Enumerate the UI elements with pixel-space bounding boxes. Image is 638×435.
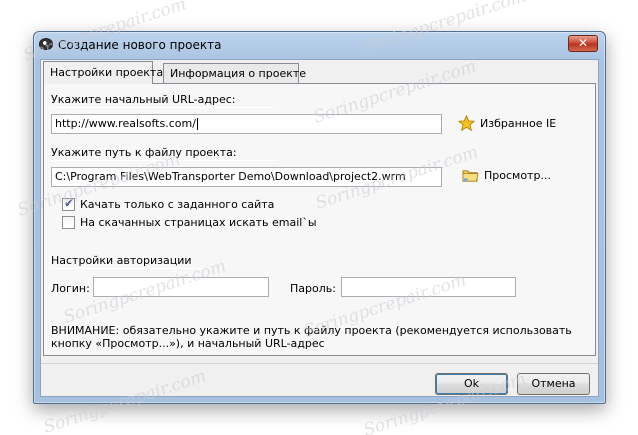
search-emails-checkbox[interactable] bbox=[62, 216, 75, 229]
login-label: Логин: bbox=[51, 282, 90, 295]
login-input[interactable] bbox=[93, 277, 269, 297]
window-title: Создание нового проекта bbox=[58, 38, 222, 52]
favorites-label: Избранное IE bbox=[480, 117, 557, 130]
footer-divider bbox=[41, 363, 598, 364]
screen: Создание нового проекта ✕ Настройки прое… bbox=[0, 0, 638, 435]
project-path-value: C:\Program Files\WebTransporter Demo\Dow… bbox=[55, 170, 406, 183]
option-same-site[interactable]: ✔ Качать только с заданного сайта bbox=[62, 196, 275, 211]
auth-divider bbox=[51, 268, 215, 269]
password-label: Пароль: bbox=[290, 282, 336, 295]
url-input[interactable]: http://www.realsofts.com/ bbox=[51, 114, 442, 134]
text-caret bbox=[196, 118, 198, 130]
project-path-input[interactable]: C:\Program Files\WebTransporter Demo\Dow… bbox=[51, 167, 442, 187]
url-label-divider bbox=[51, 107, 275, 108]
warning-line-1: ВНИМАНИЕ: обязательно укажите и путь к ф… bbox=[51, 324, 572, 337]
tab-label: Настройки проекта bbox=[50, 66, 164, 79]
checkmark-icon: ✔ bbox=[64, 196, 75, 210]
close-button[interactable]: ✕ bbox=[568, 35, 598, 52]
close-icon: ✕ bbox=[577, 36, 589, 50]
warning-line-2: кнопку «Просмотр...»), и начальный URL-а… bbox=[51, 337, 325, 350]
url-value: http://www.realsofts.com/ bbox=[55, 117, 196, 130]
same-site-checkbox[interactable]: ✔ bbox=[62, 196, 75, 211]
favorites-ie-button[interactable]: Избранное IE bbox=[458, 115, 556, 132]
password-input[interactable] bbox=[341, 277, 516, 297]
title-bar[interactable]: Создание нового проекта ✕ bbox=[34, 32, 605, 58]
dialog-window: Создание нового проекта ✕ Настройки прое… bbox=[33, 31, 606, 404]
app-icon bbox=[39, 38, 53, 50]
star-icon bbox=[458, 115, 475, 132]
tab-panel: Укажите начальный URL-адрес: http://www.… bbox=[43, 83, 596, 356]
tab-project-settings[interactable]: Настройки проекта bbox=[43, 61, 163, 84]
auth-section-label: Настройки авторизации bbox=[51, 254, 192, 267]
project-path-divider bbox=[51, 160, 275, 161]
folder-icon bbox=[462, 170, 479, 182]
option-search-emails[interactable]: На скачанных страницах искать email`ы bbox=[62, 216, 317, 229]
warning-note: ВНИМАНИЕ: обязательно укажите и путь к ф… bbox=[51, 324, 572, 350]
project-path-label: Укажите путь к файлу проекта: bbox=[51, 146, 237, 159]
browse-label: Просмотр... bbox=[484, 169, 551, 182]
tab-project-info[interactable]: Информация о проекте bbox=[163, 63, 306, 83]
ok-button[interactable]: Ok bbox=[435, 373, 508, 395]
browse-button[interactable]: Просмотр... bbox=[462, 168, 551, 183]
cancel-button[interactable]: Отмена bbox=[517, 373, 590, 395]
option-label: Качать только с заданного сайта bbox=[80, 198, 275, 211]
option-label: На скачанных страницах искать email`ы bbox=[80, 216, 317, 229]
dialog-client-area: Настройки проекта Информация о проекте У… bbox=[40, 59, 599, 397]
tab-label: Информация о проекте bbox=[170, 67, 307, 80]
url-label: Укажите начальный URL-адрес: bbox=[51, 93, 236, 106]
